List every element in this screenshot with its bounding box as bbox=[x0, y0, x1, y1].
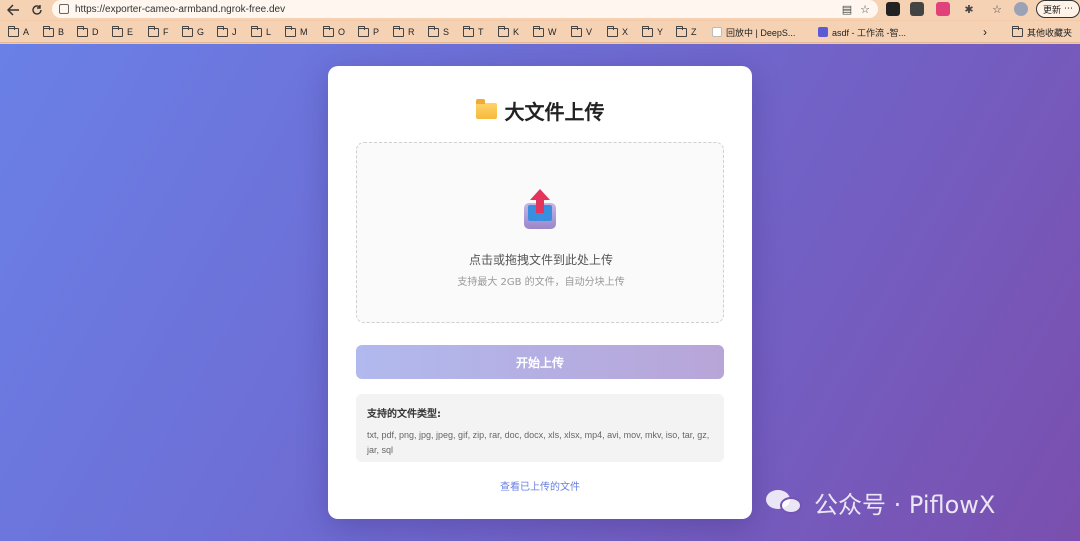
bookmark-folder-d[interactable]: D bbox=[77, 25, 99, 39]
folder-icon bbox=[676, 25, 687, 37]
start-upload-button[interactable]: 开始上传 bbox=[356, 345, 724, 379]
browser-toolbar: https://exporter-cameo-armband.ngrok-fre… bbox=[0, 0, 1080, 20]
extension-icon-2[interactable] bbox=[910, 2, 924, 16]
bookmark-deepseek[interactable]: 回放中 | DeepS... bbox=[712, 25, 795, 39]
update-label: 更新 bbox=[1042, 5, 1061, 16]
folder-icon bbox=[428, 25, 439, 37]
folder-icon bbox=[251, 25, 262, 37]
folder-icon bbox=[533, 25, 544, 37]
wechat-icon bbox=[766, 488, 806, 516]
site-info-icon[interactable] bbox=[59, 4, 69, 14]
profile-avatar-icon[interactable] bbox=[1014, 2, 1028, 16]
bookmark-folder-s[interactable]: S bbox=[428, 25, 449, 39]
bookmark-folder-a[interactable]: A bbox=[8, 25, 29, 39]
bookmark-folder-p[interactable]: P bbox=[358, 25, 379, 39]
folder-icon bbox=[77, 25, 88, 37]
bookmarks-overflow-chevron-icon[interactable]: › bbox=[983, 25, 987, 39]
view-uploaded-files-link[interactable]: 查看已上传的文件 bbox=[328, 478, 752, 493]
bookmark-other-favorites[interactable]: 其他收藏夹 bbox=[1012, 25, 1072, 39]
supported-types-title: 支持的文件类型: bbox=[367, 409, 441, 420]
upload-dropzone[interactable]: 点击或拖拽文件到此处上传 支持最大 2GB 的文件，自动分块上传 bbox=[356, 142, 724, 323]
title-row: 大文件上传 bbox=[328, 96, 752, 125]
back-button[interactable] bbox=[2, 1, 24, 19]
bookmark-folder-b[interactable]: B bbox=[43, 25, 64, 39]
watermark: 公众号 · PiflowX bbox=[766, 482, 995, 522]
supported-types-list: txt, pdf, png, jpg, jpeg, gif, zip, rar,… bbox=[367, 430, 710, 455]
folder-icon bbox=[642, 25, 653, 37]
upload-card: 大文件上传 点击或拖拽文件到此处上传 支持最大 2GB 的文件，自动分块上传 开… bbox=[328, 66, 752, 519]
folder-icon bbox=[1012, 25, 1023, 37]
dropzone-hint: 支持最大 2GB 的文件，自动分块上传 bbox=[457, 277, 625, 288]
folder-icon bbox=[607, 25, 618, 37]
bookmark-folder-m[interactable]: M bbox=[285, 25, 308, 39]
bookmarks-bar: A B D E F G J L M O P R S T K W V X Y Z … bbox=[0, 21, 1080, 43]
reload-button[interactable] bbox=[26, 1, 48, 19]
bookmark-folder-l[interactable]: L bbox=[251, 25, 271, 39]
reader-mode-icon[interactable]: ▤ bbox=[840, 2, 854, 16]
folder-icon bbox=[498, 25, 509, 37]
url-text: https://exporter-cameo-armband.ngrok-fre… bbox=[75, 3, 286, 15]
update-button[interactable]: 更新 ⋯ bbox=[1036, 0, 1080, 18]
bookmark-folder-o[interactable]: O bbox=[323, 25, 345, 39]
bookmark-folder-j[interactable]: J bbox=[217, 25, 237, 39]
site-favicon-icon bbox=[818, 27, 828, 37]
folder-icon bbox=[463, 25, 474, 37]
bookmark-folder-f[interactable]: F bbox=[148, 25, 169, 39]
watermark-text: 公众号 · PiflowX bbox=[814, 490, 996, 519]
favorites-icon[interactable]: ☆ bbox=[990, 2, 1004, 16]
folder-icon bbox=[217, 25, 228, 37]
folder-icon bbox=[182, 25, 193, 37]
folder-icon bbox=[112, 25, 123, 37]
bookmark-folder-w[interactable]: W bbox=[533, 25, 557, 39]
folder-icon bbox=[475, 98, 497, 119]
upload-tray-icon bbox=[524, 189, 556, 229]
folder-icon bbox=[43, 25, 54, 37]
bookmark-folder-x[interactable]: X bbox=[607, 25, 628, 39]
folder-icon bbox=[571, 25, 582, 37]
page-title: 大文件上传 bbox=[504, 100, 605, 124]
bookmark-folder-t[interactable]: T bbox=[463, 25, 484, 39]
bookmark-folder-y[interactable]: Y bbox=[642, 25, 663, 39]
folder-icon bbox=[323, 25, 334, 37]
bookmark-workflow[interactable]: asdf - 工作流 -智... bbox=[818, 25, 906, 39]
extension-icon-3[interactable] bbox=[936, 2, 950, 16]
bookmark-folder-v[interactable]: V bbox=[571, 25, 592, 39]
extension-icon-1[interactable] bbox=[886, 2, 900, 16]
supported-types-panel: 支持的文件类型: txt, pdf, png, jpg, jpeg, gif, … bbox=[356, 394, 724, 462]
bookmark-folder-z[interactable]: Z bbox=[676, 25, 697, 39]
reload-icon bbox=[32, 5, 42, 15]
more-menu-icon: ⋯ bbox=[1064, 4, 1073, 14]
folder-icon bbox=[8, 25, 19, 37]
dropzone-instruction: 点击或拖拽文件到此处上传 bbox=[468, 253, 613, 267]
extensions-puzzle-icon[interactable]: ✱ bbox=[962, 2, 976, 16]
favorite-star-icon[interactable]: ☆ bbox=[858, 2, 872, 16]
folder-icon bbox=[148, 25, 159, 37]
site-favicon-icon bbox=[712, 27, 722, 37]
page-background: 大文件上传 点击或拖拽文件到此处上传 支持最大 2GB 的文件，自动分块上传 开… bbox=[0, 44, 1080, 541]
bookmark-folder-k[interactable]: K bbox=[498, 25, 519, 39]
bookmark-folder-g[interactable]: G bbox=[182, 25, 204, 39]
bookmark-folder-e[interactable]: E bbox=[112, 25, 133, 39]
bookmark-folder-r[interactable]: R bbox=[393, 25, 415, 39]
address-bar[interactable]: https://exporter-cameo-armband.ngrok-fre… bbox=[52, 0, 878, 18]
folder-icon bbox=[285, 25, 296, 37]
folder-icon bbox=[358, 25, 369, 37]
folder-icon bbox=[393, 25, 404, 37]
back-arrow-icon bbox=[6, 4, 19, 16]
